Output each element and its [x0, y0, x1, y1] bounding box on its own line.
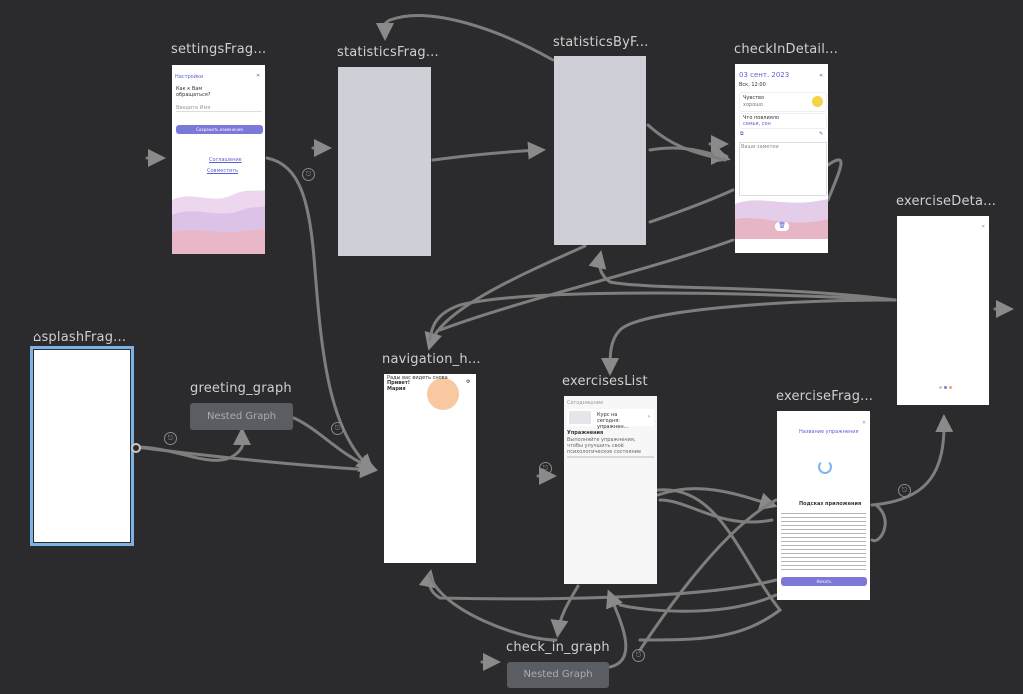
edge-checkin-nav [438, 238, 735, 332]
checkin-time: Вск, 12:00 [739, 82, 766, 88]
splash-title: splashFrag... [41, 330, 127, 345]
node-title: greeting_graph [190, 381, 292, 396]
screen-statistics[interactable] [338, 67, 431, 256]
edge-stat-statby [431, 141, 546, 162]
node-title: checkInDetail... [734, 42, 839, 57]
edit-icon[interactable]: ✎ [819, 131, 823, 137]
close-icon[interactable]: ✕ [819, 73, 823, 79]
list-top-label: Сегодняшние [567, 400, 604, 406]
section-title: Упражнения [567, 430, 604, 436]
orange-blob [427, 378, 459, 410]
feeling-value: хорошо [743, 102, 763, 108]
screen-exercise-frag[interactable]: ✕ Название упражнения Подсказ приложения… [777, 411, 870, 600]
node-title: exercisesList [562, 374, 648, 389]
screen-exercise-detail[interactable]: ✕ [897, 216, 989, 405]
edge-nav-down [428, 573, 558, 642]
name-field[interactable]: Введите Имя [176, 105, 262, 112]
close-icon[interactable]: ✕ [862, 420, 866, 426]
node-title: ⌂splashFrag... [33, 330, 126, 345]
influence-value: семья, сон [743, 121, 771, 127]
section-desc: Выполняйте упражнения, чтобы улучшить св… [567, 437, 642, 455]
settings-icon[interactable]: ⚙ [466, 379, 470, 385]
feeling-label: Чувство [743, 95, 765, 101]
action-icon[interactable]: ⎋ [164, 432, 177, 445]
nested-graph-check-in[interactable]: Nested Graph [507, 662, 609, 688]
close-icon[interactable]: ✕ [256, 73, 260, 79]
screen-splash[interactable] [30, 346, 134, 546]
action-icon[interactable]: ⎋ [898, 484, 911, 497]
nav-greeting-line3: Мария [387, 386, 406, 392]
edge-splash-nav [134, 445, 378, 479]
exercise-subheading: Подсказ приложения [799, 501, 862, 507]
nested-graph-greeting[interactable]: Nested Graph [190, 403, 293, 430]
action-icon[interactable]: ⎋ [331, 422, 344, 435]
influence-row[interactable]: Что повлияло семья, сон [739, 113, 827, 129]
start-button[interactable]: Начать [781, 577, 867, 586]
screen-checkin-detail[interactable]: 03 сент. 2023 ✕ Вск, 12:00 Чувство хорош… [735, 64, 828, 253]
node-title: check_in_graph [506, 640, 610, 655]
node-title: exerciseFrag... [776, 389, 874, 404]
loading-spinner-icon [818, 460, 832, 474]
node-title: statisticsByF... [553, 35, 649, 50]
save-button[interactable]: Сохранить изменения [176, 125, 263, 134]
edge-checkin-statby [648, 188, 735, 224]
chevron-right-icon: › [648, 414, 650, 420]
course-thumbnail [569, 411, 591, 424]
exercise-heading: Название упражнения [799, 429, 859, 435]
feeling-row[interactable]: Чувство хорошо [739, 92, 827, 112]
emoji-icon [812, 96, 823, 107]
node-title: navigation_h... [382, 352, 481, 367]
screen-exercises-list[interactable]: Сегодняшние Курс на сегодня: упражнен...… [564, 396, 657, 584]
edge-exfrag-list [658, 498, 774, 524]
edge-exfrag-list-b [618, 593, 778, 613]
edge-exdet-list [601, 298, 897, 376]
mountain-illustration [172, 190, 265, 254]
divider [567, 456, 654, 458]
screen-statistics-by[interactable] [554, 56, 646, 245]
edge-checkin-loop [826, 158, 843, 202]
link-agreement[interactable]: Соглашение [209, 157, 242, 163]
course-text: Курс на сегодня: упражнен... [597, 412, 629, 430]
connection-handle[interactable] [131, 443, 141, 453]
node-title: settingsFrag... [171, 42, 267, 57]
edge-list-checkin [550, 584, 580, 638]
action-icon[interactable]: ⎋ [302, 168, 315, 181]
settings-header: Настройки [175, 74, 204, 80]
copy-icon[interactable]: ⧉ [740, 131, 744, 137]
notes-field[interactable]: Ваши заметки [739, 142, 827, 196]
mountain-illustration [735, 199, 828, 253]
action-icon[interactable]: ⎋ [632, 649, 645, 662]
screen-navigation[interactable]: Рады вас видеть снова Привет! Мария ⚙ [384, 374, 476, 563]
screen-settings[interactable]: Настройки ✕ Как к Вам обращаться? Введит… [172, 65, 265, 254]
node-title: statisticsFrag... [337, 45, 439, 60]
page-indicator [939, 386, 955, 389]
close-icon[interactable]: ✕ [981, 224, 985, 230]
node-title: exerciseDeta... [896, 194, 997, 209]
delete-icon[interactable]: 🗑 [775, 222, 789, 231]
edge-exfrag-loop-a [870, 503, 887, 543]
action-icon[interactable]: ⎋ [539, 462, 552, 475]
checkin-date: 03 сент. 2023 [739, 71, 790, 79]
exercise-body-text [781, 511, 866, 571]
course-card[interactable]: Курс на сегодня: упражнен... › [567, 409, 654, 430]
settings-question: Как к Вам обращаться? [176, 86, 211, 98]
